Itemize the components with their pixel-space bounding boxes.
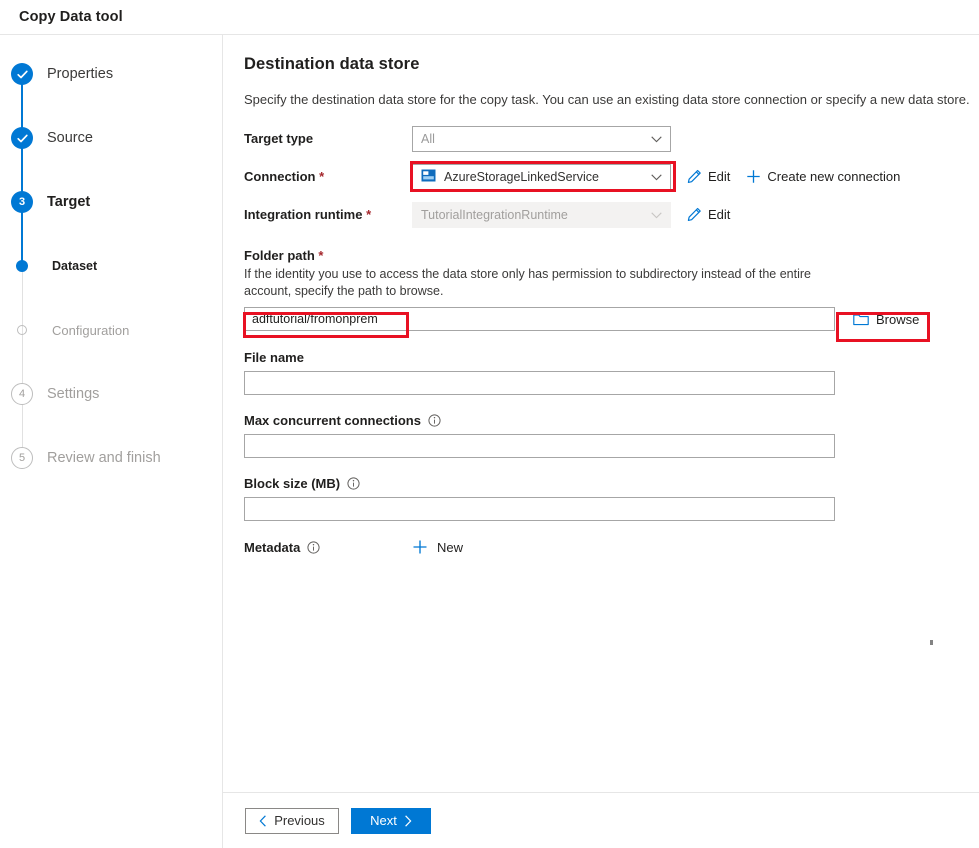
- next-button-label: Next: [370, 813, 397, 828]
- required-asterisk: *: [319, 169, 324, 184]
- step-number-badge: 4: [11, 383, 33, 405]
- text-cursor-artifact: [930, 640, 933, 645]
- info-icon[interactable]: [428, 414, 441, 427]
- sidebar-step-label: Dataset: [52, 259, 97, 273]
- add-metadata-new-button[interactable]: New: [412, 539, 463, 555]
- next-button[interactable]: Next: [351, 808, 431, 834]
- wizard-step-sidebar: Properties Source 3 Target Dataset: [0, 35, 222, 848]
- block-size-section: Block size (MB): [244, 476, 979, 521]
- info-icon[interactable]: [347, 477, 360, 490]
- edit-integration-runtime-label: Edit: [708, 207, 730, 222]
- plus-icon: [746, 169, 761, 184]
- sidebar-step-label: Target: [47, 194, 90, 210]
- integration-runtime-row: Integration runtime * TutorialIntegratio…: [244, 202, 979, 228]
- file-name-label: File name: [244, 350, 979, 365]
- integration-runtime-select: TutorialIntegrationRuntime: [412, 202, 671, 228]
- sidebar-step-label: Source: [47, 130, 93, 146]
- folder-path-section: Folder path * If the identity you use to…: [244, 248, 979, 332]
- browse-button[interactable]: Browse: [853, 312, 919, 327]
- add-metadata-new-label: New: [437, 540, 463, 555]
- max-concurrent-connections-input[interactable]: [244, 434, 835, 458]
- connection-value: AzureStorageLinkedService: [444, 170, 599, 184]
- window-titlebar: Copy Data tool: [0, 0, 979, 34]
- connection-select[interactable]: AzureStorageLinkedService: [412, 164, 671, 190]
- chevron-down-icon: [651, 170, 662, 184]
- main-pane: Destination data store Specify the desti…: [223, 35, 979, 848]
- connection-row: Connection * AzureStorageLinkedService: [244, 164, 979, 190]
- create-new-connection-label: Create new connection: [767, 169, 900, 184]
- info-icon[interactable]: [307, 541, 320, 554]
- create-new-connection-button[interactable]: Create new connection: [746, 169, 900, 184]
- file-name-label-text: File name: [244, 350, 304, 365]
- file-name-section: File name: [244, 350, 979, 395]
- folder-path-help-text: If the identity you use to access the da…: [244, 266, 844, 301]
- integration-runtime-value: TutorialIntegrationRuntime: [421, 208, 568, 222]
- chevron-left-icon: [259, 815, 267, 827]
- pencil-icon: [687, 207, 702, 222]
- connection-label: Connection *: [244, 169, 412, 184]
- previous-button-label: Previous: [274, 813, 325, 828]
- step-check-icon: [11, 127, 33, 149]
- integration-runtime-label: Integration runtime *: [244, 207, 412, 222]
- target-type-label-text: Target type: [244, 131, 313, 146]
- file-name-input[interactable]: [244, 371, 835, 395]
- target-type-row: Target type All: [244, 126, 979, 152]
- metadata-section: Metadata New: [244, 539, 979, 555]
- step-number-badge: 3: [11, 191, 33, 213]
- target-type-label: Target type: [244, 131, 412, 146]
- sidebar-step-properties[interactable]: Properties: [0, 56, 222, 92]
- previous-button[interactable]: Previous: [245, 808, 339, 834]
- pencil-icon: [687, 169, 702, 184]
- folder-path-value: adftutorial/fromonprem: [252, 312, 378, 326]
- sidebar-step-configuration[interactable]: Configuration: [0, 312, 222, 348]
- sidebar-step-target[interactable]: 3 Target: [0, 184, 222, 220]
- sidebar-step-source[interactable]: Source: [0, 120, 222, 156]
- wizard-footer: Previous Next: [223, 793, 979, 848]
- edit-connection-label: Edit: [708, 169, 730, 184]
- integration-runtime-label-text: Integration runtime: [244, 207, 362, 222]
- edit-integration-runtime-button[interactable]: Edit: [687, 207, 730, 222]
- folder-path-input-row: adftutorial/fromonprem Browse: [244, 307, 979, 331]
- target-type-select[interactable]: All: [412, 126, 671, 152]
- destination-data-store-form: Destination data store Specify the desti…: [223, 35, 979, 792]
- sidebar-step-dataset[interactable]: Dataset: [0, 248, 222, 284]
- block-size-input[interactable]: [244, 497, 835, 521]
- chevron-down-icon: [651, 208, 662, 222]
- sidebar-step-label: Settings: [47, 386, 99, 402]
- required-asterisk: *: [318, 248, 323, 263]
- max-concurrent-connections-section: Max concurrent connections: [244, 413, 979, 458]
- metadata-label-text: Metadata: [244, 540, 300, 555]
- folder-icon: [853, 312, 869, 326]
- metadata-label: Metadata: [244, 540, 412, 555]
- plus-icon: [412, 539, 428, 555]
- window-title: Copy Data tool: [19, 9, 123, 25]
- folder-path-input[interactable]: adftutorial/fromonprem: [244, 307, 835, 331]
- block-size-label: Block size (MB): [244, 476, 979, 491]
- page-description: Specify the destination data store for t…: [244, 91, 979, 109]
- sidebar-step-label: Review and finish: [47, 450, 161, 466]
- connection-label-text: Connection: [244, 169, 316, 184]
- required-asterisk: *: [366, 207, 371, 222]
- browse-button-label: Browse: [876, 312, 919, 327]
- sidebar-step-label: Properties: [47, 66, 113, 82]
- chevron-down-icon: [651, 132, 662, 146]
- step-check-icon: [11, 63, 33, 85]
- edit-connection-button[interactable]: Edit: [687, 169, 730, 184]
- step-hollow-dot-icon: [11, 319, 33, 341]
- step-number-badge: 5: [11, 447, 33, 469]
- page-title: Destination data store: [244, 55, 979, 74]
- max-concurrent-connections-label-text: Max concurrent connections: [244, 413, 421, 428]
- azure-storage-icon: [421, 169, 437, 185]
- max-concurrent-connections-label: Max concurrent connections: [244, 413, 979, 428]
- sidebar-step-review-and-finish[interactable]: 5 Review and finish: [0, 440, 222, 476]
- sidebar-step-label: Configuration: [52, 323, 129, 338]
- step-dot-icon: [11, 255, 33, 277]
- wizard-shell: Properties Source 3 Target Dataset: [0, 35, 979, 848]
- folder-path-label: Folder path *: [244, 248, 979, 263]
- chevron-right-icon: [404, 815, 412, 827]
- sidebar-step-settings[interactable]: 4 Settings: [0, 376, 222, 412]
- target-type-value: All: [421, 132, 435, 146]
- block-size-label-text: Block size (MB): [244, 476, 340, 491]
- folder-path-label-text: Folder path: [244, 248, 315, 263]
